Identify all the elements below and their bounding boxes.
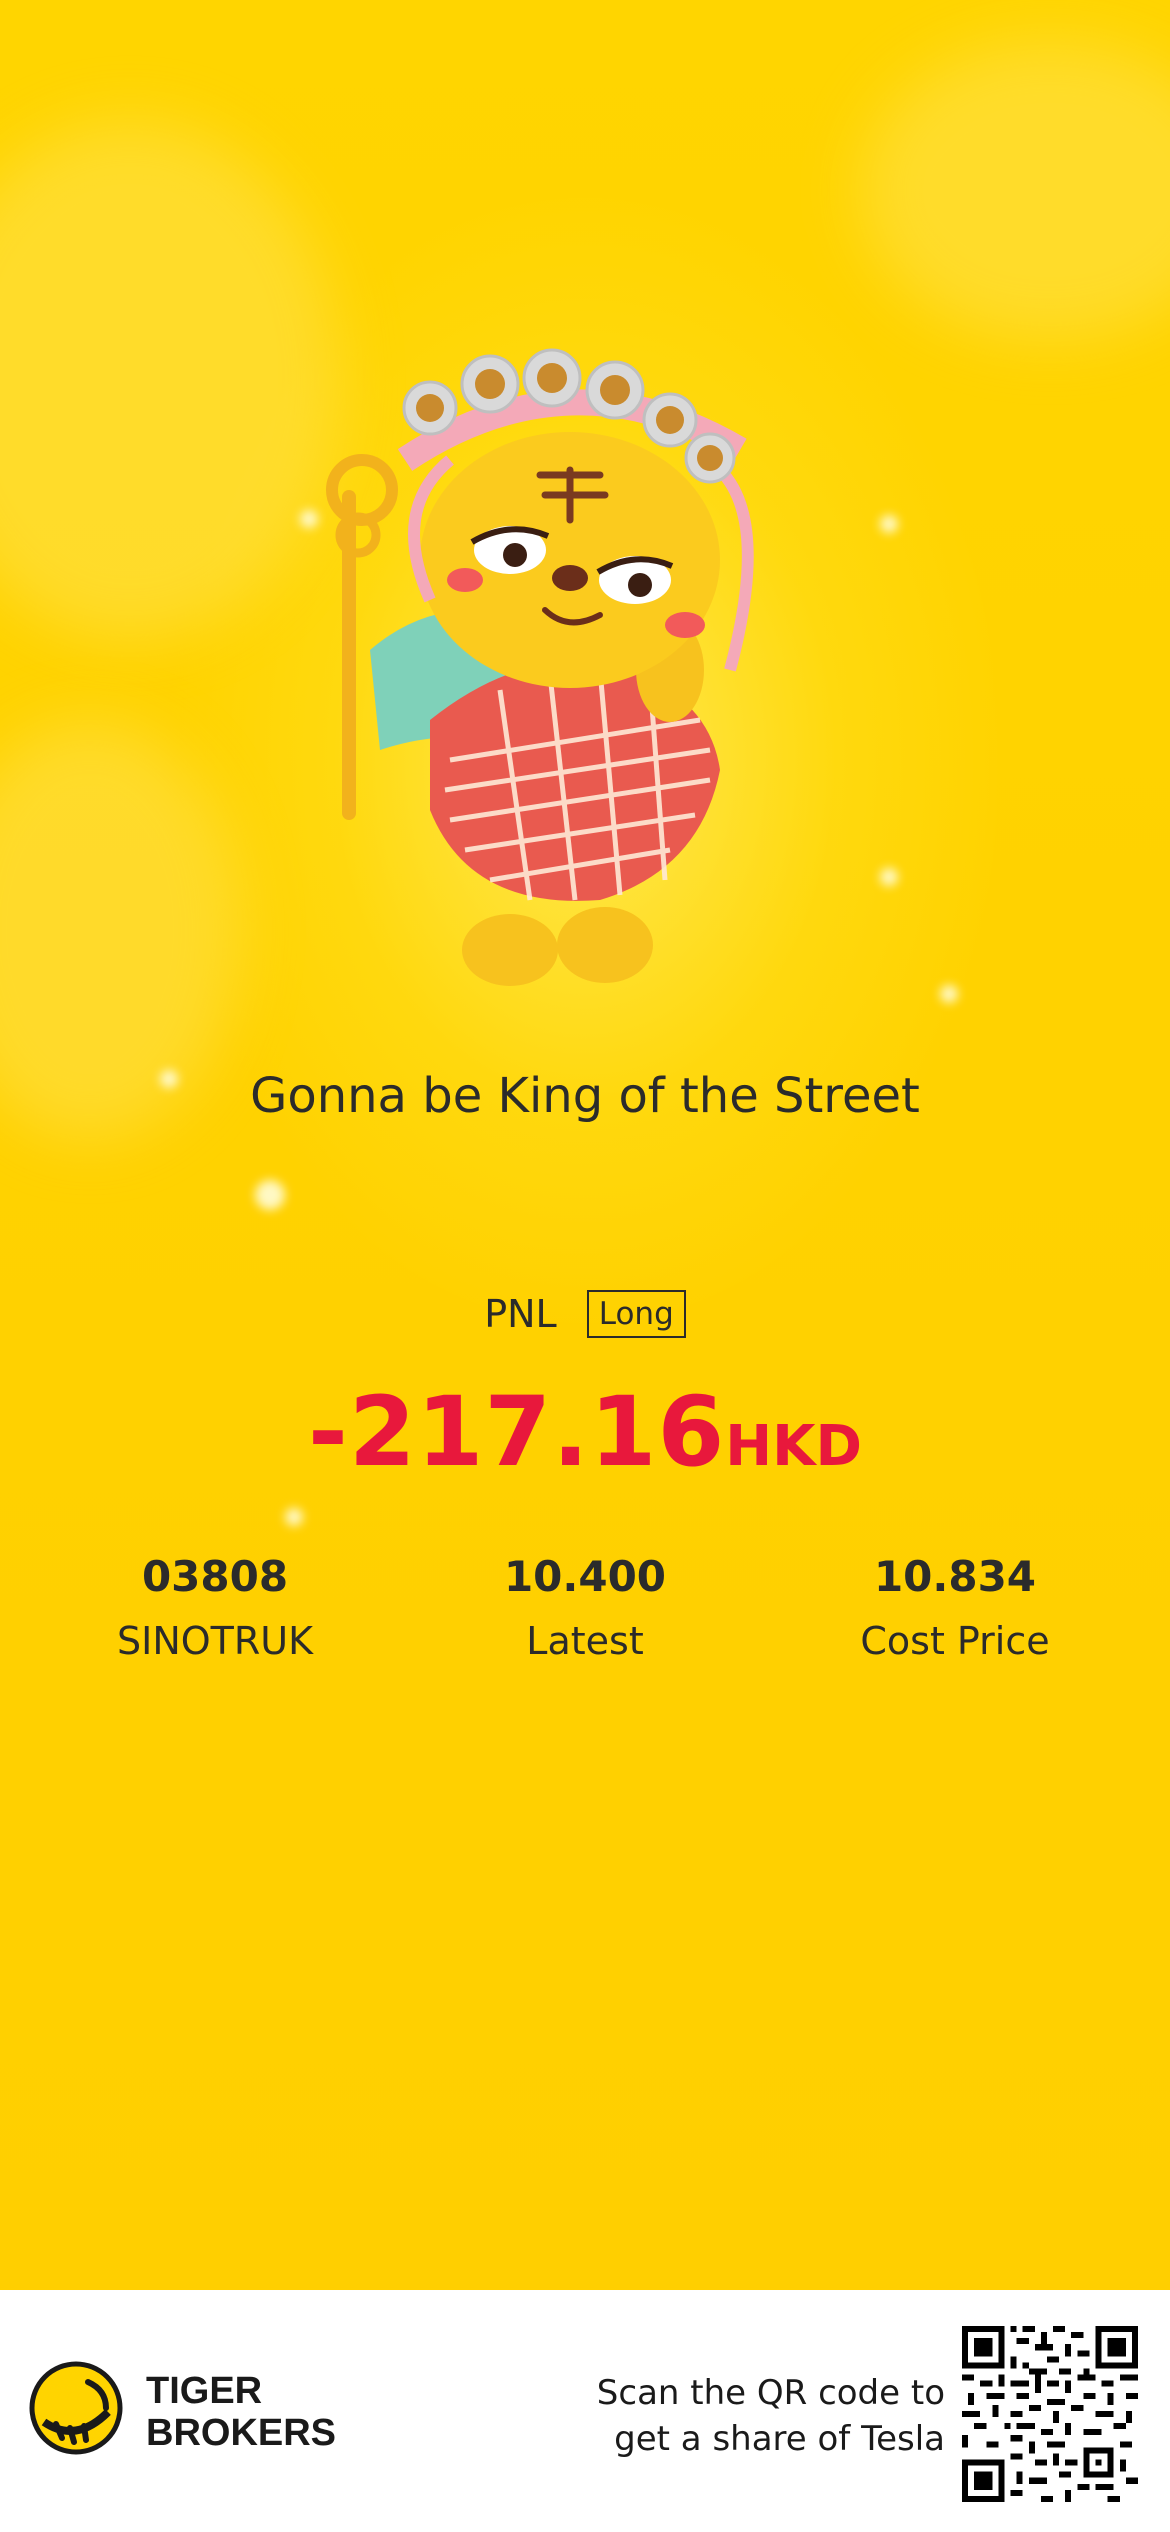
pnl-label: PNL xyxy=(484,1292,557,1336)
tiger-brokers-logo-icon xyxy=(29,2361,123,2455)
sparkle xyxy=(880,515,898,533)
stat-symbol: 03808 SINOTRUK xyxy=(50,1552,380,1663)
cost-label: Cost Price xyxy=(860,1619,1050,1663)
footer: TIGER BROKERS Scan the QR code to get a … xyxy=(0,2290,1170,2532)
position-stats: 03808 SINOTRUK 10.400 Latest 10.834 Cost… xyxy=(50,1552,1120,1663)
pnl-currency: HKD xyxy=(725,1414,863,1479)
latest-price: 10.400 xyxy=(503,1552,667,1601)
sparkle xyxy=(940,985,958,1003)
cost-price: 10.834 xyxy=(873,1552,1037,1601)
tagline: Gonna be King of the Street xyxy=(250,1068,920,1124)
stat-latest: 10.400 Latest xyxy=(420,1552,750,1663)
sparkle xyxy=(285,1508,303,1526)
brand-line-1: TIGER xyxy=(146,2370,263,2412)
brand-line-2: BROKERS xyxy=(146,2412,337,2454)
pnl-value: -217.16HKD xyxy=(0,1376,1170,1488)
scan-line-2: get a share of Tesla xyxy=(614,2419,945,2459)
stock-name: SINOTRUK xyxy=(116,1619,313,1663)
tiger-mascot-illustration xyxy=(326,348,754,986)
pnl-header: PNL Long xyxy=(0,1290,1170,1338)
stat-cost: 10.834 Cost Price xyxy=(790,1552,1120,1663)
share-card: Gonna be King of the Street PNL Long -21… xyxy=(0,0,1170,2532)
scan-prompt: Scan the QR code to get a share of Tesla xyxy=(597,2370,945,2462)
direction-badge: Long xyxy=(586,1290,686,1338)
sparkle xyxy=(880,868,898,886)
latest-label: Latest xyxy=(526,1619,644,1663)
scan-line-1: Scan the QR code to xyxy=(596,2373,945,2413)
sparkle xyxy=(255,1180,285,1210)
qr-code-icon[interactable] xyxy=(962,2326,1138,2502)
stock-code: 03808 xyxy=(141,1552,289,1601)
brand-name: TIGER BROKERS xyxy=(146,2370,336,2454)
pnl-amount: -217.16 xyxy=(307,1376,726,1488)
